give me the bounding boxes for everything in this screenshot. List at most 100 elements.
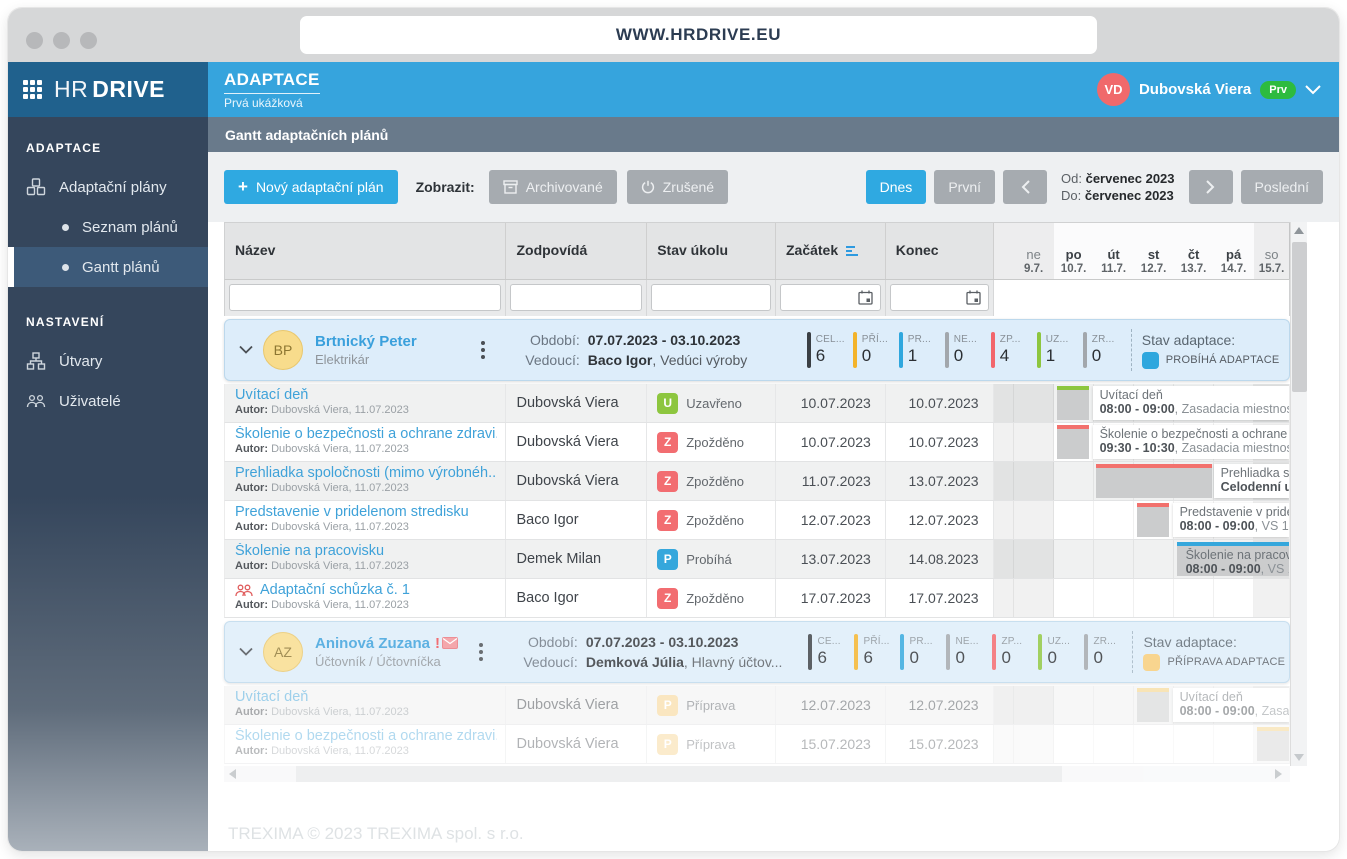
scroll-left-arrow[interactable]	[229, 769, 236, 779]
gantt-content: Název Zodpovídá Stav úkolu Začátek Konec	[208, 222, 1339, 851]
page-title[interactable]: ADAPTACE	[224, 70, 320, 94]
day-header: po10.7.	[1054, 223, 1094, 279]
gantt-bar[interactable]	[1137, 688, 1169, 722]
gantt-label: Predstavenie v pridelen08:00 - 09:00, VS…	[1173, 503, 1289, 537]
calendar-icon[interactable]	[858, 290, 873, 305]
column-header-zacatek[interactable]: Začátek	[776, 223, 886, 279]
gantt-bar[interactable]	[1057, 425, 1089, 459]
gantt-bar[interactable]	[1057, 386, 1089, 420]
kebab-menu[interactable]	[476, 341, 490, 359]
table-header-row: Název Zodpovídá Stav úkolu Začátek Konec	[224, 222, 1290, 280]
scroll-down-arrow[interactable]	[1294, 754, 1304, 761]
new-plan-button[interactable]: + Nový adaptační plán	[224, 170, 398, 204]
task-row[interactable]: Uvítací deňAutor: Dubovská Viera, 11.07.…	[224, 384, 1290, 423]
divider	[1131, 329, 1132, 371]
employee-role: Elektrikár	[315, 352, 472, 367]
task-row[interactable]: Uvítací deňAutor: Dubovská Viera, 11.07.…	[224, 686, 1290, 725]
next-period-button[interactable]	[1189, 170, 1233, 204]
stat-probiha: PR...0	[900, 634, 946, 670]
gantt-bar[interactable]	[1137, 503, 1169, 537]
traffic-light-dot[interactable]	[80, 32, 97, 49]
employee-name-link[interactable]: Brtnický Peter	[315, 333, 472, 350]
sidebar-item-label: Gantt plánů	[82, 259, 160, 276]
filter-stav-input[interactable]	[651, 284, 771, 311]
last-button[interactable]: Poslední	[1241, 170, 1323, 204]
calendar-icon[interactable]	[966, 290, 981, 305]
user-name: Dubovská Viera	[1139, 81, 1251, 98]
traffic-light-dot[interactable]	[53, 32, 70, 49]
archive-icon	[503, 180, 518, 194]
task-link[interactable]: Školenie o bezpečnosti a ochrane zdravi.…	[235, 426, 497, 442]
adaptation-status: Stav adaptace: PŘÍPRAVA ADAPTACE	[1143, 634, 1289, 671]
plan-group-header-aninova[interactable]: AZ Aninová Zuzana! Účtovník / Účtovníčka…	[224, 621, 1290, 683]
screenshot-stage: WWW.HRDRIVE.EU HRDRIVE ADAPTACE Adaptačn…	[0, 0, 1347, 859]
filter-nazev-input[interactable]	[229, 284, 501, 311]
task-row[interactable]: Adaptační schůzka č. 1 Autor: Dubovská V…	[224, 579, 1290, 618]
plan-group-header-brtnicky[interactable]: BP Brtnický Peter Elektrikár Období:07.0…	[224, 319, 1290, 381]
app-header: ADAPTACE Prvá ukážková VD Dubovská Viera…	[208, 62, 1339, 117]
horizontal-scrollbar[interactable]	[224, 766, 1290, 782]
power-icon	[641, 180, 655, 194]
kebab-menu[interactable]	[474, 643, 488, 661]
stat-priprava: PŘÍ...6	[854, 634, 900, 670]
task-link[interactable]: Uvítací deň	[235, 387, 497, 403]
task-row[interactable]: Školenie na pracoviskuAutor: Dubovská Vi…	[224, 540, 1290, 579]
task-link[interactable]: Uvítací deň	[235, 689, 497, 705]
gantt-label: Prehliadka spoCelodenní udá	[1214, 464, 1289, 498]
task-row[interactable]: Školenie o bezpečnosti a ochrane zdravi.…	[224, 423, 1290, 462]
user-menu[interactable]: VD Dubovská Viera Prv	[1097, 73, 1321, 106]
envelope-alert-icon	[442, 637, 458, 649]
sidebar-item-adaptacni-plany[interactable]: Adaptační plány	[8, 167, 208, 207]
scrollbar-thumb[interactable]	[296, 766, 1062, 782]
users-icon	[26, 393, 46, 409]
gantt-bar[interactable]	[1257, 727, 1289, 761]
traffic-light-dot[interactable]	[26, 32, 43, 49]
task-link[interactable]: Školenie o bezpečnosti a ochrane zdravi.…	[235, 728, 497, 744]
prev-period-button[interactable]	[1003, 170, 1047, 204]
scrollbar-thumb[interactable]	[1292, 242, 1307, 392]
task-row[interactable]: Prehliadka spoločnosti (mimo výrobnéh...…	[224, 462, 1290, 501]
employee-name-link[interactable]: Aninová Zuzana!	[315, 635, 470, 652]
url-bar[interactable]: WWW.HRDRIVE.EU	[300, 16, 1097, 54]
task-link[interactable]: Školenie na pracovisku	[235, 543, 497, 559]
status-badge: P	[657, 734, 678, 755]
gantt-bar[interactable]	[1096, 464, 1212, 498]
sidebar-item-seznam-planu[interactable]: Seznam plánů	[8, 207, 208, 247]
vertical-scrollbar[interactable]	[1290, 222, 1307, 766]
task-link[interactable]: Adaptační schůzka č. 1	[260, 582, 410, 598]
archived-toggle-button[interactable]: Archivované	[489, 170, 617, 204]
status-badge: P	[657, 549, 678, 570]
app-logo[interactable]: HRDRIVE	[8, 62, 208, 117]
plan-stats: CE...6 PŘÍ...6 PR...0 NE...0 ZP...0 UZ..…	[808, 634, 1130, 670]
task-row[interactable]: Školenie o bezpečnosti a ochrane zdravi.…	[224, 725, 1290, 764]
day-header: ne9.7.	[1014, 223, 1054, 279]
gantt-label: Uvítací deň08:00 - 09:00, Zasadacia mies…	[1093, 386, 1289, 420]
sidebar-item-gantt-planu[interactable]: Gantt plánů	[8, 247, 208, 287]
column-header-stav-ukolu[interactable]: Stav úkolu	[647, 223, 776, 279]
first-button[interactable]: První	[934, 170, 995, 204]
task-link[interactable]: Prehliadka spoločnosti (mimo výrobnéh...	[235, 465, 497, 481]
task-row[interactable]: Predstavenie v pridelenom strediskuAutor…	[224, 501, 1290, 540]
chevron-down-icon[interactable]	[239, 343, 253, 357]
column-header-zodpovida[interactable]: Zodpovídá	[506, 223, 647, 279]
toolbar: + Nový adaptační plán Zobrazit: Archivov…	[208, 152, 1339, 222]
column-header-konec[interactable]: Konec	[886, 223, 994, 279]
stat-zpozdeno: ZP...0	[992, 634, 1038, 670]
sidebar-item-utvary[interactable]: Útvary	[8, 341, 208, 381]
bullet-icon	[62, 224, 69, 231]
chevron-down-icon[interactable]	[239, 645, 253, 659]
column-header-nazev[interactable]: Název	[225, 223, 506, 279]
scroll-up-arrow[interactable]	[1294, 227, 1304, 234]
task-link[interactable]: Predstavenie v pridelenom stredisku	[235, 504, 497, 520]
stat-zpozdeno: ZP...4	[991, 332, 1037, 368]
filter-zodpovida-input[interactable]	[510, 284, 642, 311]
cancelled-toggle-button[interactable]: Zrušené	[627, 170, 728, 204]
section-title-bar: Gantt adaptačních plánů	[208, 117, 1339, 152]
sidebar-item-uzivatele[interactable]: Uživatelé	[8, 381, 208, 421]
sort-icon	[846, 245, 859, 257]
sidebar-item-label: Útvary	[59, 353, 102, 370]
scroll-right-arrow[interactable]	[1275, 769, 1282, 779]
avatar: AZ	[263, 632, 303, 672]
today-button[interactable]: Dnes	[866, 170, 927, 204]
nav-section-adaptace: ADAPTACE	[8, 127, 208, 167]
